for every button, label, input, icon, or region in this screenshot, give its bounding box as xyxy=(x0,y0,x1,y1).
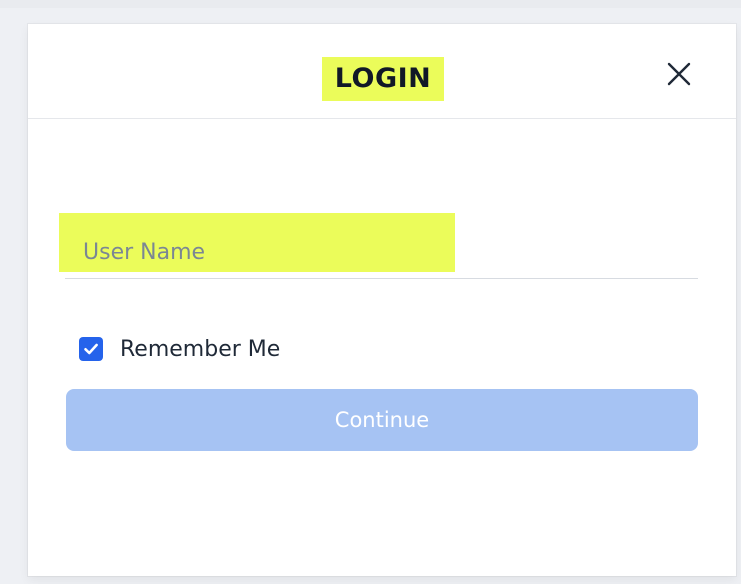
username-input[interactable] xyxy=(65,216,698,279)
dialog-title: LOGIN xyxy=(334,63,432,94)
backdrop xyxy=(0,0,741,8)
remember-me-checkbox[interactable] xyxy=(79,337,103,361)
dialog-header: LOGIN xyxy=(28,24,736,119)
checkmark-icon xyxy=(84,343,98,355)
continue-button[interactable]: Continue xyxy=(66,389,698,451)
close-icon xyxy=(667,62,691,86)
remember-me-row[interactable]: Remember Me xyxy=(79,332,280,366)
close-button[interactable] xyxy=(659,54,699,94)
remember-me-label: Remember Me xyxy=(120,336,281,362)
login-dialog: LOGIN Remember Me Continue xyxy=(28,24,736,576)
